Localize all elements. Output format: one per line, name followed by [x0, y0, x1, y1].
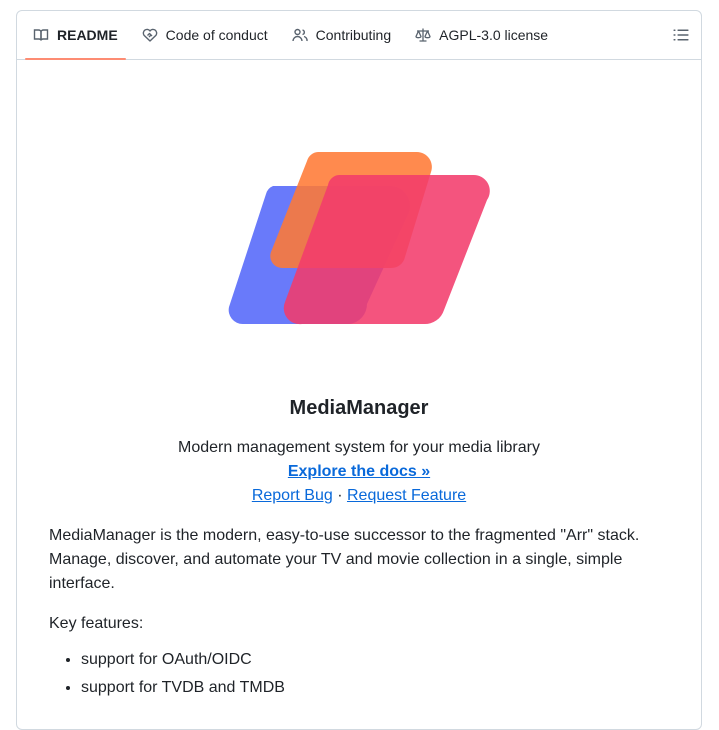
- key-features-label: Key features:: [49, 615, 144, 632]
- request-feature-link[interactable]: Request Feature: [347, 487, 466, 504]
- book-icon: [33, 27, 49, 43]
- code-of-conduct-icon: [142, 27, 158, 43]
- people-icon: [291, 27, 308, 43]
- project-tagline: Modern management system for your media …: [178, 439, 540, 456]
- docs-link-row: Explore the docs »: [49, 460, 669, 484]
- tab-license[interactable]: AGPL-3.0 license: [407, 11, 556, 59]
- list-item: support for OAuth/OIDC: [81, 648, 669, 672]
- law-icon: [415, 27, 431, 43]
- tab-code-of-conduct[interactable]: Code of conduct: [134, 11, 276, 59]
- link-separator: ·: [337, 487, 343, 504]
- project-description: MediaManager is the modern, easy-to-use …: [49, 527, 640, 592]
- tab-label: Contributing: [315, 27, 392, 43]
- issue-links-row: Report Bug · Request Feature: [49, 484, 669, 508]
- report-bug-link[interactable]: Report Bug: [252, 487, 333, 504]
- explore-docs-link[interactable]: Explore the docs »: [288, 463, 430, 480]
- tab-readme[interactable]: README: [25, 11, 126, 60]
- tab-label: README: [57, 27, 118, 43]
- features-list: support for OAuth/OIDC support for TVDB …: [49, 648, 669, 700]
- table-of-contents-button[interactable]: [671, 25, 691, 45]
- tab-contributing[interactable]: Contributing: [284, 11, 400, 59]
- list-unordered-icon: [671, 29, 691, 49]
- mediamanager-logo: [49, 152, 669, 328]
- tab-label: Code of conduct: [165, 27, 268, 43]
- list-item: support for TVDB and TMDB: [81, 676, 669, 700]
- tab-label: AGPL-3.0 license: [439, 27, 549, 43]
- project-title: MediaManager: [289, 397, 429, 419]
- readme-tabbar: README Code of conduct Contributing AGPL…: [17, 11, 701, 60]
- readme-panel: README Code of conduct Contributing AGPL…: [16, 10, 702, 730]
- readme-content: MediaManager Modern management system fo…: [17, 152, 701, 700]
